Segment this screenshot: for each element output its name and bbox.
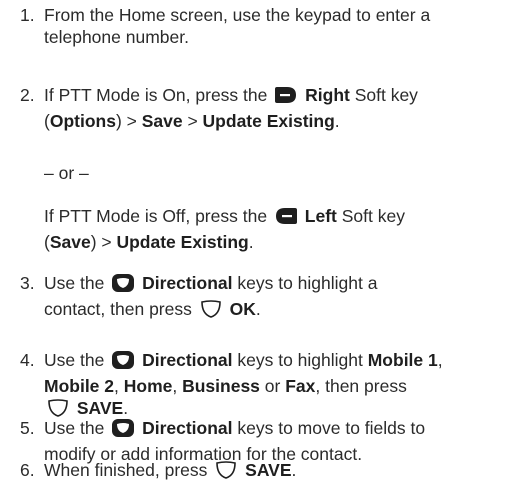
step-text: Use the Directional keys to highlight ac… — [44, 272, 510, 324]
text-segment: contact, then press — [44, 299, 197, 319]
text-line: – or – — [44, 162, 510, 184]
step-text: From the Home screen, use the keypad to … — [44, 4, 510, 48]
step-number: 4. — [20, 350, 35, 370]
text-segment: , — [172, 376, 183, 396]
bold-term: Update Existing — [202, 111, 335, 131]
step-text: If PTT Mode is On, press the Right Soft … — [44, 84, 510, 132]
step-text: If PTT Mode is Off, press the Left Soft … — [44, 205, 510, 253]
bold-term: SAVE — [76, 398, 124, 418]
bold-term: Mobile 1 — [367, 350, 438, 370]
text-segment: ) > — [90, 232, 117, 252]
directional-key-icon — [111, 273, 135, 298]
text-line: Use the Directional keys to highlight Mo… — [44, 349, 510, 375]
step-3: 3. Use the Directional keys to highlight … — [20, 272, 510, 324]
step-5: 5. Use the Directional keys to move to fi… — [20, 417, 510, 465]
text-segment: When finished, press — [44, 460, 213, 480]
text-segment: Use the — [44, 273, 110, 293]
text-segment: . — [334, 111, 340, 131]
bold-term: Save — [141, 111, 183, 131]
text-line: From the Home screen, use the keypad to … — [44, 4, 510, 26]
text-line: Use the Directional keys to highlight a — [44, 272, 510, 298]
step-text: – or – — [44, 162, 510, 184]
bold-term: Mobile 2 — [44, 376, 115, 396]
ok-key-icon — [199, 299, 223, 324]
bold-term: Business — [182, 376, 260, 396]
text-segment: , — [114, 376, 124, 396]
step-text: When finished, press SAVE. — [44, 459, 510, 485]
bold-term: Options — [49, 111, 116, 131]
text-segment: Soft key — [349, 85, 418, 105]
text-segment: Soft key — [336, 206, 405, 226]
right-softkey-icon — [274, 85, 298, 110]
text-segment: keys to highlight a — [232, 273, 378, 293]
bold-term: Update Existing — [116, 232, 249, 252]
step-1: 1. From the Home screen, use the keypad t… — [20, 4, 510, 48]
step-number: 5. — [20, 418, 35, 438]
text-line: telephone number. — [44, 26, 510, 48]
ok-key-icon — [214, 460, 238, 485]
text-segment: . — [248, 232, 254, 252]
text-line: Mobile 2, Home, Business or Fax, then pr… — [44, 375, 510, 397]
text-segment: . — [291, 460, 297, 480]
bold-term: Right — [305, 85, 350, 105]
text-segment: Use the — [44, 350, 110, 370]
bold-term: Home — [123, 376, 173, 396]
bold-term: OK — [229, 299, 256, 319]
step-number: 2. — [20, 85, 35, 105]
text-segment: ) > — [115, 111, 142, 131]
step-6: 6. When finished, press SAVE. — [20, 459, 510, 485]
text-segment: > — [182, 111, 203, 131]
step-number: 3. — [20, 273, 35, 293]
text-segment: If PTT Mode is On, press the — [44, 85, 273, 105]
step-number: 1. — [20, 5, 35, 25]
text-line: If PTT Mode is Off, press the Left Soft … — [44, 205, 510, 231]
bold-term: Directional — [142, 273, 233, 293]
step-4: 4. Use the Directional keys to highlight … — [20, 349, 510, 423]
text-segment: or — [259, 376, 286, 396]
text-line: contact, then press OK. — [44, 298, 510, 324]
text-line: When finished, press SAVE. — [44, 459, 510, 485]
instruction-page: 1. From the Home screen, use the keypad t… — [0, 0, 517, 484]
text-line: (Save) > Update Existing. — [44, 231, 510, 253]
step-number: 6. — [20, 460, 35, 480]
step-2: 2. If PTT Mode is On, press the Right Sof… — [20, 84, 510, 132]
text-line: If PTT Mode is On, press the Right Soft … — [44, 84, 510, 110]
text-segment: . — [255, 299, 261, 319]
step-2-alt: If PTT Mode is Off, press the Left Soft … — [20, 205, 510, 253]
bold-term: Save — [49, 232, 91, 252]
text-line: Use the Directional keys to move to fiel… — [44, 417, 510, 443]
text-line: (Options) > Save > Update Existing. — [44, 110, 510, 132]
text-segment: If PTT Mode is Off, press the — [44, 206, 272, 226]
text-segment: , — [437, 350, 443, 370]
or-separator: – or – — [20, 162, 510, 184]
bold-term: Directional — [142, 418, 233, 438]
text-segment: keys to highlight — [232, 350, 368, 370]
bold-term: SAVE — [245, 460, 292, 480]
text-segment: telephone number. — [44, 27, 189, 47]
bold-term: Left — [304, 206, 337, 226]
left-softkey-icon — [274, 206, 298, 231]
step-text: Use the Directional keys to highlight Mo… — [44, 349, 510, 423]
text-segment: – or – — [44, 163, 89, 183]
bold-term: Fax — [285, 376, 316, 396]
bold-term: Directional — [142, 350, 233, 370]
text-segment: From the Home screen, use the keypad to … — [44, 5, 431, 25]
text-segment: keys to move to fields to — [232, 418, 426, 438]
directional-key-icon — [111, 350, 135, 375]
step-text: Use the Directional keys to move to fiel… — [44, 417, 510, 465]
directional-key-icon — [111, 418, 135, 443]
text-segment: . — [123, 398, 129, 418]
text-segment: , then press — [315, 376, 407, 396]
text-segment: Use the — [44, 418, 110, 438]
